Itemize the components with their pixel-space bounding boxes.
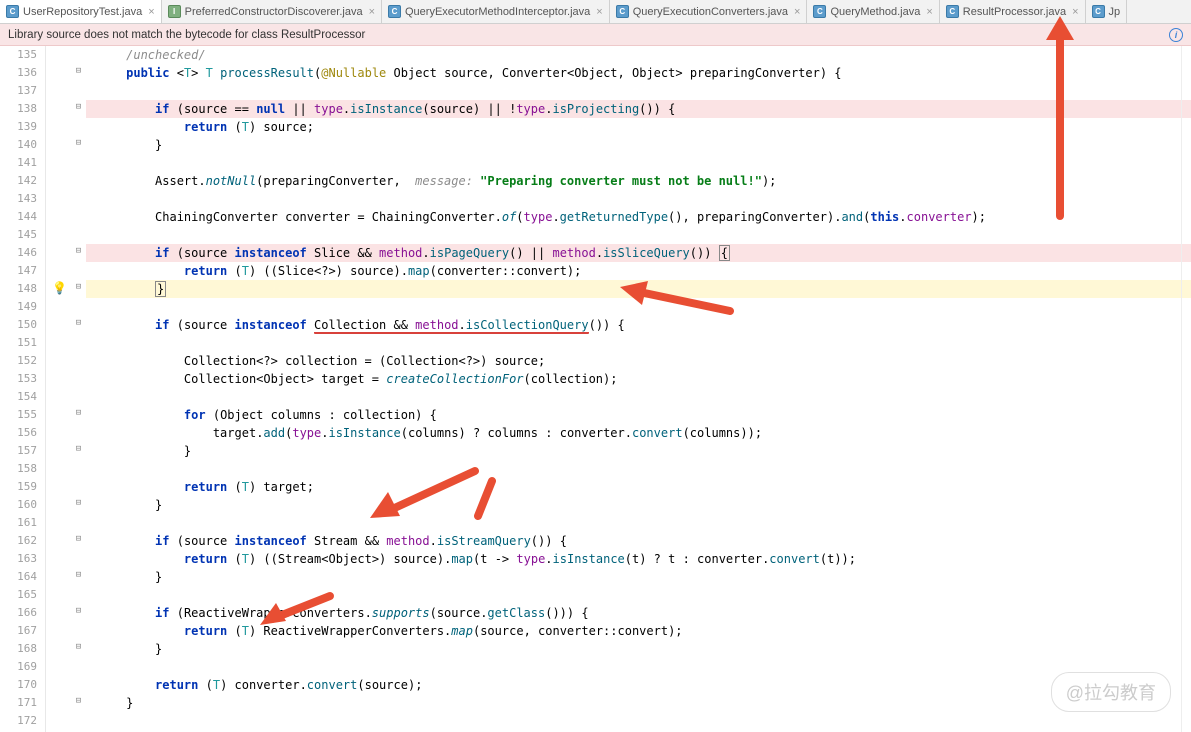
close-icon[interactable]: × <box>596 6 602 18</box>
fold-icon[interactable]: ⊟ <box>74 499 83 508</box>
tab-preferredconstructor[interactable]: IPreferredConstructorDiscoverer.java× <box>162 0 382 23</box>
fold-icon[interactable]: ⊟ <box>74 445 83 454</box>
info-icon[interactable]: i <box>1169 28 1183 42</box>
fold-icon[interactable]: ⊟ <box>74 67 83 76</box>
fold-icon[interactable]: ⊟ <box>74 643 83 652</box>
java-class-icon: C <box>388 5 401 18</box>
close-icon[interactable]: × <box>369 6 375 18</box>
java-class-icon: C <box>813 5 826 18</box>
tab-resultprocessor[interactable]: CResultProcessor.java× <box>940 0 1086 23</box>
line-gutter: 1351361371381391401411421431441451461471… <box>0 46 46 732</box>
tab-querymethod[interactable]: CQueryMethod.java× <box>807 0 939 23</box>
close-icon[interactable]: × <box>1072 6 1078 18</box>
java-class-icon: C <box>6 5 19 18</box>
warning-bar: Library source does not match the byteco… <box>0 24 1191 46</box>
fold-icon[interactable]: ⊟ <box>74 319 83 328</box>
fold-margin: ⊟ ⊟ ⊟ ⊟ ⊟ 💡 ⊟ ⊟ ⊟ ⊟ ⊟ ⊟ ⊟ ⊟ ⊟ <box>46 46 86 732</box>
fold-icon[interactable]: ⊟ <box>74 697 83 706</box>
close-icon[interactable]: × <box>926 6 932 18</box>
fold-icon[interactable]: ⊟ <box>74 409 83 418</box>
java-class-icon: C <box>1092 5 1105 18</box>
editor-tabs: CUserRepositoryTest.java× IPreferredCons… <box>0 0 1191 24</box>
intention-bulb-icon[interactable]: 💡 <box>52 281 67 295</box>
fold-icon[interactable]: ⊟ <box>74 571 83 580</box>
tab-queryexecutormethodinterceptor[interactable]: CQueryExecutorMethodInterceptor.java× <box>382 0 610 23</box>
close-icon[interactable]: × <box>148 6 154 18</box>
close-icon[interactable]: × <box>794 6 800 18</box>
tab-userrepositorytest[interactable]: CUserRepositoryTest.java× <box>0 0 162 23</box>
warning-text: Library source does not match the byteco… <box>8 29 365 41</box>
minimap[interactable] <box>1181 46 1191 732</box>
java-interface-icon: I <box>168 5 181 18</box>
fold-icon[interactable]: ⊟ <box>74 535 83 544</box>
fold-icon[interactable]: ⊟ <box>74 607 83 616</box>
code-area[interactable]: /unchecked/ public <T> T processResult(@… <box>86 46 1191 732</box>
editor: 1351361371381391401411421431441451461471… <box>0 46 1191 732</box>
fold-icon[interactable]: ⊟ <box>74 247 83 256</box>
tab-queryexecutionconverters[interactable]: CQueryExecutionConverters.java× <box>610 0 808 23</box>
fold-icon[interactable]: ⊟ <box>74 139 83 148</box>
fold-icon[interactable]: ⊟ <box>74 103 83 112</box>
fold-icon[interactable]: ⊟ <box>74 283 83 292</box>
tab-jp[interactable]: CJp <box>1086 0 1128 23</box>
watermark: @拉勾教育 <box>1051 672 1171 712</box>
java-class-icon: C <box>616 5 629 18</box>
java-class-icon: C <box>946 5 959 18</box>
